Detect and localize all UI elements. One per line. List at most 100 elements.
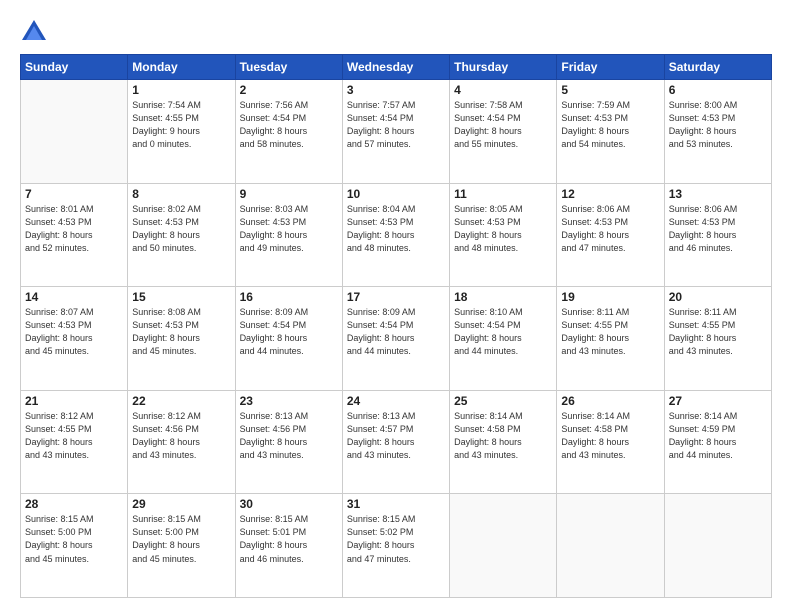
calendar-cell: 5Sunrise: 7:59 AM Sunset: 4:53 PM Daylig… bbox=[557, 80, 664, 184]
calendar-cell: 18 Sunrise: 8:10 AM Sunset: 4:54 PM Dayli… bbox=[450, 287, 557, 391]
calendar-header-row: SundayMondayTuesdayWednesdayThursdayFrid… bbox=[21, 55, 772, 80]
day-number: 28 bbox=[25, 497, 123, 511]
day-info: Sunrise: 8:15 AM Sunset: 5:01 PM Dayligh… bbox=[240, 513, 338, 565]
calendar-header-wednesday: Wednesday bbox=[342, 55, 449, 80]
calendar-header-monday: Monday bbox=[128, 55, 235, 80]
day-number: 10 bbox=[347, 187, 445, 201]
day-info: Sunrise: 8:04 AM Sunset: 4:53 PM Dayligh… bbox=[347, 203, 445, 255]
calendar: SundayMondayTuesdayWednesdayThursdayFrid… bbox=[20, 54, 772, 598]
calendar-cell: 11 Sunrise: 8:05 AM Sunset: 4:53 PM Dayli… bbox=[450, 183, 557, 287]
day-info: Sunrise: 7:57 AM Sunset: 4:54 PM Dayligh… bbox=[347, 99, 445, 151]
calendar-cell: 6Sunrise: 8:00 AM Sunset: 4:53 PM Daylig… bbox=[664, 80, 771, 184]
day-info: Sunrise: 7:58 AM Sunset: 4:54 PM Dayligh… bbox=[454, 99, 552, 151]
calendar-cell: 19 Sunrise: 8:11 AM Sunset: 4:55 PM Dayli… bbox=[557, 287, 664, 391]
calendar-header-tuesday: Tuesday bbox=[235, 55, 342, 80]
calendar-cell bbox=[664, 494, 771, 598]
day-number: 8 bbox=[132, 187, 230, 201]
calendar-week-3: 14Sunrise: 8:07 AM Sunset: 4:53 PM Dayli… bbox=[21, 287, 772, 391]
day-info: Sunrise: 8:14 AM Sunset: 4:58 PM Dayligh… bbox=[454, 410, 552, 462]
calendar-cell bbox=[450, 494, 557, 598]
day-number: 7 bbox=[25, 187, 123, 201]
day-info: Sunrise: 8:03 AM Sunset: 4:53 PM Dayligh… bbox=[240, 203, 338, 255]
calendar-week-5: 28 Sunrise: 8:15 AM Sunset: 5:00 PM Dayli… bbox=[21, 494, 772, 598]
day-info: Sunrise: 8:15 AM Sunset: 5:00 PM Dayligh… bbox=[132, 513, 230, 565]
day-number: 30 bbox=[240, 497, 338, 511]
day-info: Sunrise: 8:02 AM Sunset: 4:53 PM Dayligh… bbox=[132, 203, 230, 255]
day-info: Sunrise: 8:11 AM Sunset: 4:55 PM Dayligh… bbox=[561, 306, 659, 358]
calendar-week-4: 21 Sunrise: 8:12 AM Sunset: 4:55 PM Dayli… bbox=[21, 390, 772, 494]
day-number: 31 bbox=[347, 497, 445, 511]
day-info: Sunrise: 8:14 AM Sunset: 4:58 PM Dayligh… bbox=[561, 410, 659, 462]
calendar-cell: 8 Sunrise: 8:02 AM Sunset: 4:53 PM Daylig… bbox=[128, 183, 235, 287]
day-info: Sunrise: 8:12 AM Sunset: 4:55 PM Dayligh… bbox=[25, 410, 123, 462]
header bbox=[20, 18, 772, 46]
day-info: Sunrise: 8:00 AM Sunset: 4:53 PM Dayligh… bbox=[669, 99, 767, 151]
day-number: 20 bbox=[669, 290, 767, 304]
day-number: 22 bbox=[132, 394, 230, 408]
day-info: Sunrise: 8:09 AM Sunset: 4:54 PM Dayligh… bbox=[347, 306, 445, 358]
calendar-cell: 16 Sunrise: 8:09 AM Sunset: 4:54 PM Dayli… bbox=[235, 287, 342, 391]
day-number: 11 bbox=[454, 187, 552, 201]
day-info: Sunrise: 8:14 AM Sunset: 4:59 PM Dayligh… bbox=[669, 410, 767, 462]
day-info: Sunrise: 7:54 AM Sunset: 4:55 PM Dayligh… bbox=[132, 99, 230, 151]
day-number: 2 bbox=[240, 83, 338, 97]
day-number: 25 bbox=[454, 394, 552, 408]
calendar-cell: 1 Sunrise: 7:54 AM Sunset: 4:55 PM Daylig… bbox=[128, 80, 235, 184]
day-number: 26 bbox=[561, 394, 659, 408]
day-number: 17 bbox=[347, 290, 445, 304]
day-number: 1 bbox=[132, 83, 230, 97]
day-info: Sunrise: 8:05 AM Sunset: 4:53 PM Dayligh… bbox=[454, 203, 552, 255]
day-number: 24 bbox=[347, 394, 445, 408]
calendar-cell: 28 Sunrise: 8:15 AM Sunset: 5:00 PM Dayli… bbox=[21, 494, 128, 598]
calendar-cell: 25 Sunrise: 8:14 AM Sunset: 4:58 PM Dayli… bbox=[450, 390, 557, 494]
calendar-cell: 23Sunrise: 8:13 AM Sunset: 4:56 PM Dayli… bbox=[235, 390, 342, 494]
day-number: 15 bbox=[132, 290, 230, 304]
calendar-cell: 22 Sunrise: 8:12 AM Sunset: 4:56 PM Dayli… bbox=[128, 390, 235, 494]
day-number: 14 bbox=[25, 290, 123, 304]
day-info: Sunrise: 8:10 AM Sunset: 4:54 PM Dayligh… bbox=[454, 306, 552, 358]
calendar-cell: 9 Sunrise: 8:03 AM Sunset: 4:53 PM Daylig… bbox=[235, 183, 342, 287]
day-number: 18 bbox=[454, 290, 552, 304]
day-number: 9 bbox=[240, 187, 338, 201]
calendar-cell: 10 Sunrise: 8:04 AM Sunset: 4:53 PM Dayli… bbox=[342, 183, 449, 287]
day-number: 29 bbox=[132, 497, 230, 511]
calendar-cell: 20 Sunrise: 8:11 AM Sunset: 4:55 PM Dayli… bbox=[664, 287, 771, 391]
day-number: 3 bbox=[347, 83, 445, 97]
day-info: Sunrise: 8:12 AM Sunset: 4:56 PM Dayligh… bbox=[132, 410, 230, 462]
day-number: 21 bbox=[25, 394, 123, 408]
logo bbox=[20, 18, 52, 46]
day-number: 27 bbox=[669, 394, 767, 408]
calendar-cell: 13Sunrise: 8:06 AM Sunset: 4:53 PM Dayli… bbox=[664, 183, 771, 287]
day-info: Sunrise: 7:59 AM Sunset: 4:53 PM Dayligh… bbox=[561, 99, 659, 151]
calendar-cell: 4 Sunrise: 7:58 AM Sunset: 4:54 PM Daylig… bbox=[450, 80, 557, 184]
calendar-cell: 31 Sunrise: 8:15 AM Sunset: 5:02 PM Dayli… bbox=[342, 494, 449, 598]
calendar-header-sunday: Sunday bbox=[21, 55, 128, 80]
day-info: Sunrise: 8:15 AM Sunset: 5:02 PM Dayligh… bbox=[347, 513, 445, 565]
calendar-cell: 17 Sunrise: 8:09 AM Sunset: 4:54 PM Dayli… bbox=[342, 287, 449, 391]
day-info: Sunrise: 8:15 AM Sunset: 5:00 PM Dayligh… bbox=[25, 513, 123, 565]
calendar-week-1: 1 Sunrise: 7:54 AM Sunset: 4:55 PM Daylig… bbox=[21, 80, 772, 184]
day-info: Sunrise: 7:56 AM Sunset: 4:54 PM Dayligh… bbox=[240, 99, 338, 151]
day-number: 19 bbox=[561, 290, 659, 304]
day-number: 23 bbox=[240, 394, 338, 408]
logo-icon bbox=[20, 18, 48, 46]
calendar-cell: 15Sunrise: 8:08 AM Sunset: 4:53 PM Dayli… bbox=[128, 287, 235, 391]
day-number: 4 bbox=[454, 83, 552, 97]
day-info: Sunrise: 8:11 AM Sunset: 4:55 PM Dayligh… bbox=[669, 306, 767, 358]
calendar-cell: 3 Sunrise: 7:57 AM Sunset: 4:54 PM Daylig… bbox=[342, 80, 449, 184]
day-info: Sunrise: 8:13 AM Sunset: 4:57 PM Dayligh… bbox=[347, 410, 445, 462]
calendar-cell: 2 Sunrise: 7:56 AM Sunset: 4:54 PM Daylig… bbox=[235, 80, 342, 184]
day-info: Sunrise: 8:06 AM Sunset: 4:53 PM Dayligh… bbox=[561, 203, 659, 255]
calendar-cell: 26 Sunrise: 8:14 AM Sunset: 4:58 PM Dayli… bbox=[557, 390, 664, 494]
calendar-cell: 24 Sunrise: 8:13 AM Sunset: 4:57 PM Dayli… bbox=[342, 390, 449, 494]
calendar-header-saturday: Saturday bbox=[664, 55, 771, 80]
calendar-cell: 21 Sunrise: 8:12 AM Sunset: 4:55 PM Dayli… bbox=[21, 390, 128, 494]
day-info: Sunrise: 8:01 AM Sunset: 4:53 PM Dayligh… bbox=[25, 203, 123, 255]
calendar-header-thursday: Thursday bbox=[450, 55, 557, 80]
calendar-cell: 30 Sunrise: 8:15 AM Sunset: 5:01 PM Dayli… bbox=[235, 494, 342, 598]
calendar-cell bbox=[21, 80, 128, 184]
day-info: Sunrise: 8:09 AM Sunset: 4:54 PM Dayligh… bbox=[240, 306, 338, 358]
calendar-cell: 27 Sunrise: 8:14 AM Sunset: 4:59 PM Dayli… bbox=[664, 390, 771, 494]
day-number: 16 bbox=[240, 290, 338, 304]
calendar-cell: 7 Sunrise: 8:01 AM Sunset: 4:53 PM Daylig… bbox=[21, 183, 128, 287]
